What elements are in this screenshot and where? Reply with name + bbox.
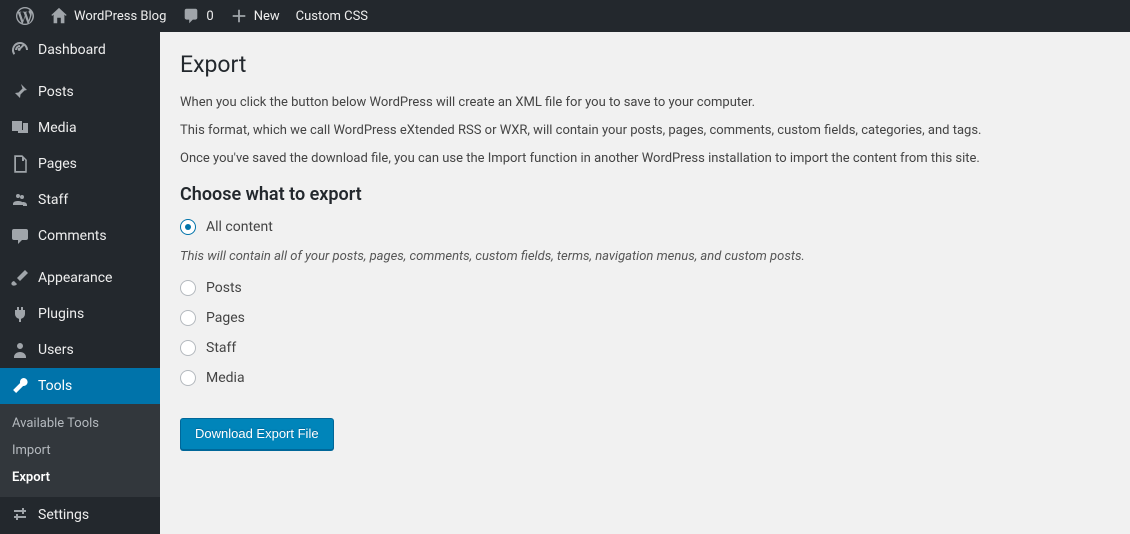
- sidebar-item-label: Tools: [38, 378, 72, 394]
- sidebar-item-label: Plugins: [38, 306, 84, 322]
- sidebar-item-label: Media: [38, 120, 77, 136]
- sidebar-item-plugins[interactable]: Plugins: [0, 296, 160, 332]
- export-option-posts[interactable]: Posts: [180, 280, 1110, 296]
- radio-all-content[interactable]: [180, 219, 196, 235]
- adminbar: WordPress Blog 0 New Custom CSS: [0, 0, 1130, 32]
- main-content: Export When you click the button below W…: [160, 32, 1130, 534]
- groups-icon: [10, 190, 30, 210]
- sidebar-item-pages[interactable]: Pages: [0, 146, 160, 182]
- site-name-label: WordPress Blog: [74, 9, 166, 24]
- all-content-description: This will contain all of your posts, pag…: [180, 249, 1110, 264]
- radio-label: Media: [206, 370, 245, 386]
- sidebar-item-label: Appearance: [38, 270, 112, 286]
- sidebar-item-tools[interactable]: Tools: [0, 368, 160, 404]
- sidebar-item-posts[interactable]: Posts: [0, 74, 160, 110]
- comment-icon: [182, 7, 200, 25]
- radio-staff[interactable]: [180, 340, 196, 356]
- comment-icon: [10, 226, 30, 246]
- custom-css-label: Custom CSS: [296, 9, 368, 24]
- admin-sidebar: Dashboard Posts Media Pages Staff Commen…: [0, 32, 160, 534]
- radio-label: Posts: [206, 280, 242, 296]
- pin-icon: [10, 82, 30, 102]
- sidebar-item-appearance[interactable]: Appearance: [0, 260, 160, 296]
- export-option-staff[interactable]: Staff: [180, 340, 1110, 356]
- submenu-item-available-tools[interactable]: Available Tools: [0, 410, 160, 437]
- media-icon: [10, 118, 30, 138]
- download-export-file-button[interactable]: Download Export File: [180, 418, 334, 450]
- custom-css-menu[interactable]: Custom CSS: [288, 0, 376, 32]
- radio-pages[interactable]: [180, 310, 196, 326]
- sidebar-item-staff[interactable]: Staff: [0, 182, 160, 218]
- new-label: New: [254, 9, 280, 24]
- sidebar-item-comments[interactable]: Comments: [0, 218, 160, 254]
- export-option-pages[interactable]: Pages: [180, 310, 1110, 326]
- radio-media[interactable]: [180, 370, 196, 386]
- plus-icon: [230, 7, 248, 25]
- sidebar-item-label: Settings: [38, 507, 89, 523]
- sidebar-item-settings[interactable]: Settings: [0, 497, 160, 533]
- radio-label: All content: [206, 219, 273, 235]
- sidebar-item-dashboard[interactable]: Dashboard: [0, 32, 160, 68]
- settings-icon: [10, 505, 30, 525]
- wordpress-logo-icon: [16, 7, 34, 25]
- sidebar-item-users[interactable]: Users: [0, 332, 160, 368]
- intro-paragraph-3: Once you've saved the download file, you…: [180, 151, 1110, 166]
- radio-label: Staff: [206, 340, 236, 356]
- wrench-icon: [10, 376, 30, 396]
- sidebar-item-label: Users: [38, 342, 74, 358]
- sidebar-item-label: Comments: [38, 228, 107, 244]
- intro-paragraph-1: When you click the button below WordPres…: [180, 95, 1110, 110]
- export-option-all-content[interactable]: All content: [180, 219, 1110, 235]
- sidebar-item-label: Pages: [38, 156, 77, 172]
- plugin-icon: [10, 304, 30, 324]
- home-icon: [50, 7, 68, 25]
- sidebar-item-media[interactable]: Media: [0, 110, 160, 146]
- sidebar-item-label: Posts: [38, 84, 74, 100]
- dashboard-icon: [10, 40, 30, 60]
- page-icon: [10, 154, 30, 174]
- submenu-item-import[interactable]: Import: [0, 437, 160, 464]
- intro-paragraph-2: This format, which we call WordPress eXt…: [180, 123, 1110, 138]
- brush-icon: [10, 268, 30, 288]
- site-name-menu[interactable]: WordPress Blog: [42, 0, 174, 32]
- page-title: Export: [180, 42, 1110, 82]
- export-option-media[interactable]: Media: [180, 370, 1110, 386]
- wp-logo-menu[interactable]: [8, 0, 42, 32]
- sidebar-item-label: Dashboard: [38, 42, 106, 58]
- radio-label: Pages: [206, 310, 245, 326]
- comments-menu[interactable]: 0: [174, 0, 221, 32]
- new-content-menu[interactable]: New: [222, 0, 288, 32]
- sidebar-item-label: Staff: [38, 192, 68, 208]
- radio-posts[interactable]: [180, 280, 196, 296]
- user-icon: [10, 340, 30, 360]
- comments-count: 0: [206, 9, 213, 24]
- choose-export-heading: Choose what to export: [180, 184, 1110, 205]
- submenu-item-export[interactable]: Export: [0, 464, 160, 491]
- tools-submenu: Available Tools Import Export: [0, 404, 160, 497]
